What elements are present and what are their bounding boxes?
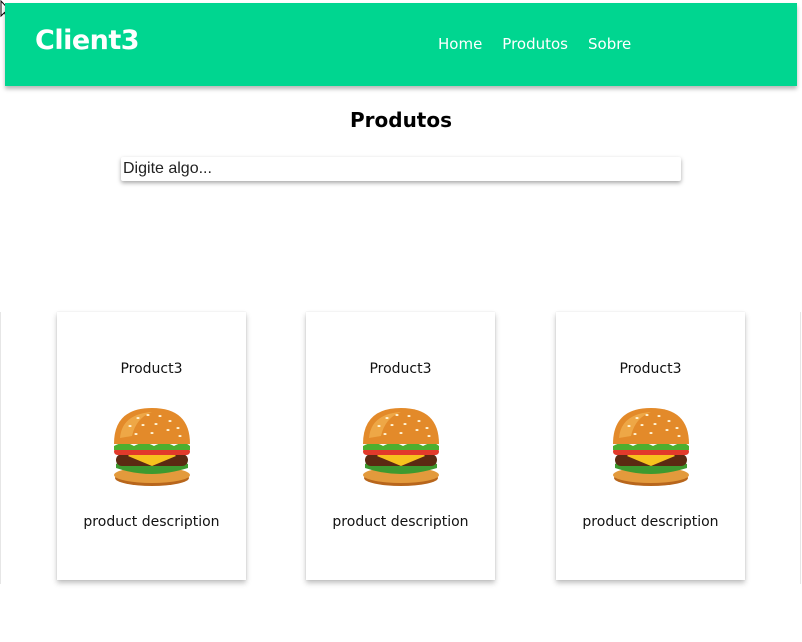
product-card[interactable]: Product3 product description	[306, 312, 495, 580]
product-description: product description	[582, 514, 719, 530]
search-input[interactable]	[121, 157, 681, 181]
product-description: product description	[332, 514, 469, 530]
right-edge-divider	[800, 312, 801, 584]
burger-icon	[113, 408, 190, 486]
product-name: Product3	[369, 361, 432, 377]
burger-icon	[612, 408, 689, 486]
product-card[interactable]: Product3 product description	[556, 312, 745, 580]
product-name: Product3	[619, 361, 682, 377]
product-description: product description	[83, 514, 220, 530]
brand-logo[interactable]: Client3	[35, 25, 140, 56]
nav-link-produtos[interactable]: Produtos	[502, 35, 568, 53]
navbar: Client3 Home Produtos Sobre	[5, 3, 797, 86]
nav-link-home[interactable]: Home	[438, 35, 482, 53]
nav-links: Home Produtos Sobre	[438, 35, 651, 53]
burger-icon	[362, 408, 439, 486]
nav-link-sobre[interactable]: Sobre	[588, 35, 631, 53]
page-title: Produtos	[349, 108, 453, 132]
product-name: Product3	[120, 361, 183, 377]
product-card[interactable]: Product3 product description	[57, 312, 246, 580]
left-edge-divider	[0, 312, 1, 584]
